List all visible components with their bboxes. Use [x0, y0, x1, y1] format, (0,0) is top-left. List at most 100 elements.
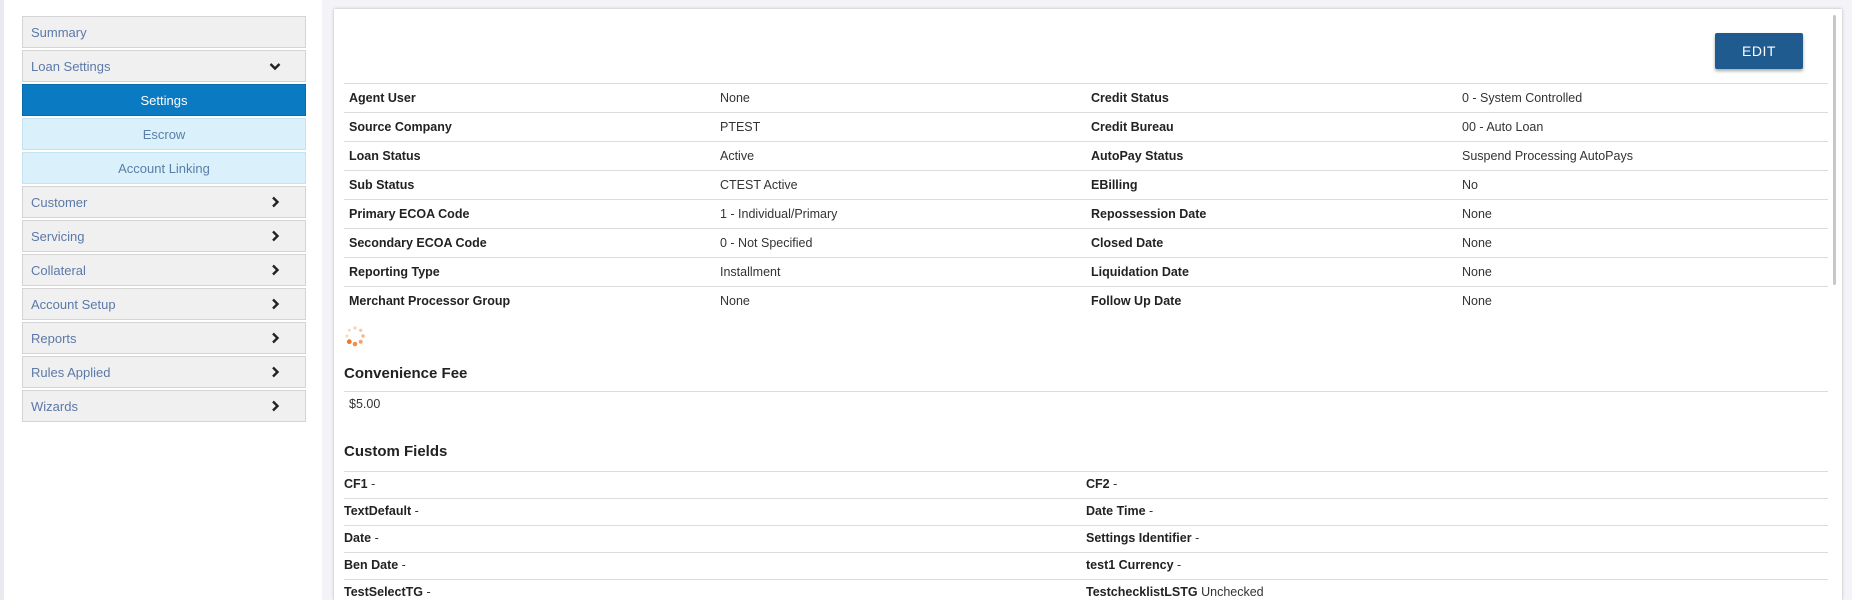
sidebar-item-servicing[interactable]: Servicing: [22, 220, 306, 252]
detail-row: Loan Status Active AutoPay Status Suspend P…: [344, 141, 1828, 171]
custom-field: TextDefault -: [344, 504, 419, 518]
custom-field-value: -: [1113, 477, 1118, 491]
detail-label: Credit Status: [1086, 83, 1457, 113]
custom-field-value: -: [414, 504, 419, 518]
sidebar-item-wizards[interactable]: Wizards: [22, 390, 306, 422]
detail-value: Installment: [715, 257, 1086, 287]
sidebar-item-label: Account Setup: [31, 296, 116, 312]
left-edge: [0, 0, 4, 600]
chevron-right-icon: [267, 398, 283, 414]
custom-field-value: -: [426, 585, 431, 599]
detail-label: Credit Bureau: [1086, 112, 1457, 142]
sidebar-item-loan-settings[interactable]: Loan Settings: [22, 50, 306, 82]
detail-label: Closed Date: [1086, 228, 1457, 258]
detail-value: 1 - Individual/Primary: [715, 199, 1086, 229]
detail-row: Secondary ECOA Code 0 - Not Specified Clos…: [344, 228, 1828, 258]
detail-value: None: [715, 83, 1086, 113]
detail-label: Repossession Date: [1086, 199, 1457, 229]
custom-field: Date -: [344, 531, 379, 545]
chevron-right-icon: [267, 228, 283, 244]
custom-field-row: TextDefault - Date Time -: [344, 498, 1828, 525]
chevron-right-icon: [267, 296, 283, 312]
detail-value: PTEST: [715, 112, 1086, 142]
sidebar-item-collateral[interactable]: Collateral: [22, 254, 306, 286]
convenience-fee-value: $5.00: [349, 397, 381, 411]
custom-field: TestchecklistLSTG Unchecked: [1086, 585, 1264, 599]
custom-field-label: CF1: [344, 477, 368, 491]
custom-field-value: Unchecked: [1201, 585, 1264, 599]
detail-value: None: [1457, 286, 1828, 315]
scrollbar[interactable]: [1833, 15, 1836, 285]
loan-settings-panel: EDIT Agent User None Credit Status 0 - Syst…: [334, 9, 1842, 600]
sidebar-item-label: Servicing: [31, 228, 85, 244]
spinner-icon: [345, 326, 365, 347]
sidebar-subitem-escrow[interactable]: Escrow: [22, 118, 306, 150]
sidebar-item-label: Reports: [31, 330, 77, 346]
custom-field-label: test1 Currency: [1086, 558, 1174, 572]
sidebar-subitem-label: Settings: [140, 92, 188, 108]
custom-field-value: -: [1149, 504, 1154, 518]
chevron-right-icon: [267, 330, 283, 346]
sidebar-item-label: Wizards: [31, 398, 78, 414]
detail-label: Secondary ECOA Code: [344, 228, 715, 258]
custom-field: test1 Currency -: [1086, 558, 1181, 572]
detail-label: AutoPay Status: [1086, 141, 1457, 171]
detail-label: Loan Status: [344, 141, 715, 171]
custom-field-label: Date: [344, 531, 372, 545]
custom-field-label: TextDefault: [344, 504, 412, 518]
detail-row: Merchant Processor Group None Follow Up Da…: [344, 286, 1828, 315]
custom-field-row: TestSelectTG - TestchecklistLSTG Unchecke…: [344, 579, 1828, 600]
sidebar-subitem-account-linking[interactable]: Account Linking: [22, 152, 306, 184]
sidebar-item-label: Summary: [31, 24, 87, 40]
sidebar-item-reports[interactable]: Reports: [22, 322, 306, 354]
sidebar-item-label: Rules Applied: [31, 364, 111, 380]
custom-field-label: TestSelectTG: [344, 585, 423, 599]
custom-field-value: -: [371, 477, 376, 491]
custom-field: Ben Date -: [344, 558, 406, 572]
sidebar-item-customer[interactable]: Customer: [22, 186, 306, 218]
detail-label: Source Company: [344, 112, 715, 142]
sidebar-nav: Summary Loan Settings Settings Escrow Ac…: [22, 16, 306, 424]
detail-label: Sub Status: [344, 170, 715, 200]
custom-field: TestSelectTG -: [344, 585, 431, 599]
sidebar-item-account-setup[interactable]: Account Setup: [22, 288, 306, 320]
custom-field-label: Settings Identifier: [1086, 531, 1192, 545]
detail-row: Agent User None Credit Status 0 - System Co…: [344, 83, 1828, 113]
sidebar-item-label: Customer: [31, 194, 88, 210]
detail-label: Reporting Type: [344, 257, 715, 287]
detail-value: None: [1457, 257, 1828, 287]
chevron-down-icon: [267, 58, 283, 74]
detail-label: EBilling: [1086, 170, 1457, 200]
divider: [344, 391, 1828, 392]
edit-button[interactable]: EDIT: [1715, 33, 1803, 69]
chevron-right-icon: [267, 262, 283, 278]
detail-value: Suspend Processing AutoPays: [1457, 141, 1828, 171]
detail-row: Primary ECOA Code 1 - Individual/Primary R…: [344, 199, 1828, 229]
custom-field-row: Date - Settings Identifier -: [344, 525, 1828, 552]
detail-row: Sub Status CTEST Active EBilling No: [344, 170, 1828, 200]
sidebar-subitem-settings[interactable]: Settings: [22, 84, 306, 116]
custom-field-value: -: [374, 531, 379, 545]
custom-field-row: CF1 - CF2 -: [344, 471, 1828, 498]
detail-value: None: [715, 286, 1086, 315]
custom-field-label: Ben Date: [344, 558, 399, 572]
detail-value: 0 - Not Specified: [715, 228, 1086, 258]
detail-value: 00 - Auto Loan: [1457, 112, 1828, 142]
sidebar-item-rules-applied[interactable]: Rules Applied: [22, 356, 306, 388]
detail-label: Liquidation Date: [1086, 257, 1457, 287]
sidebar-item-label: Loan Settings: [31, 58, 111, 74]
detail-label: Follow Up Date: [1086, 286, 1457, 315]
custom-field: CF1 -: [344, 477, 375, 491]
convenience-fee-title: Convenience Fee: [344, 365, 468, 382]
custom-field: Date Time -: [1086, 504, 1153, 518]
detail-row: Reporting Type Installment Liquidation Dat…: [344, 257, 1828, 287]
chevron-right-icon: [267, 194, 283, 210]
detail-value: None: [1457, 228, 1828, 258]
chevron-right-icon: [267, 364, 283, 380]
custom-field-label: Date Time: [1086, 504, 1146, 518]
detail-row: Source Company PTEST Credit Bureau 00 - Aut…: [344, 112, 1828, 142]
custom-field-row: Ben Date - test1 Currency -: [344, 552, 1828, 579]
sidebar-subitem-label: Account Linking: [118, 160, 210, 176]
sidebar-item-summary[interactable]: Summary: [22, 16, 306, 48]
custom-field: Settings Identifier -: [1086, 531, 1199, 545]
